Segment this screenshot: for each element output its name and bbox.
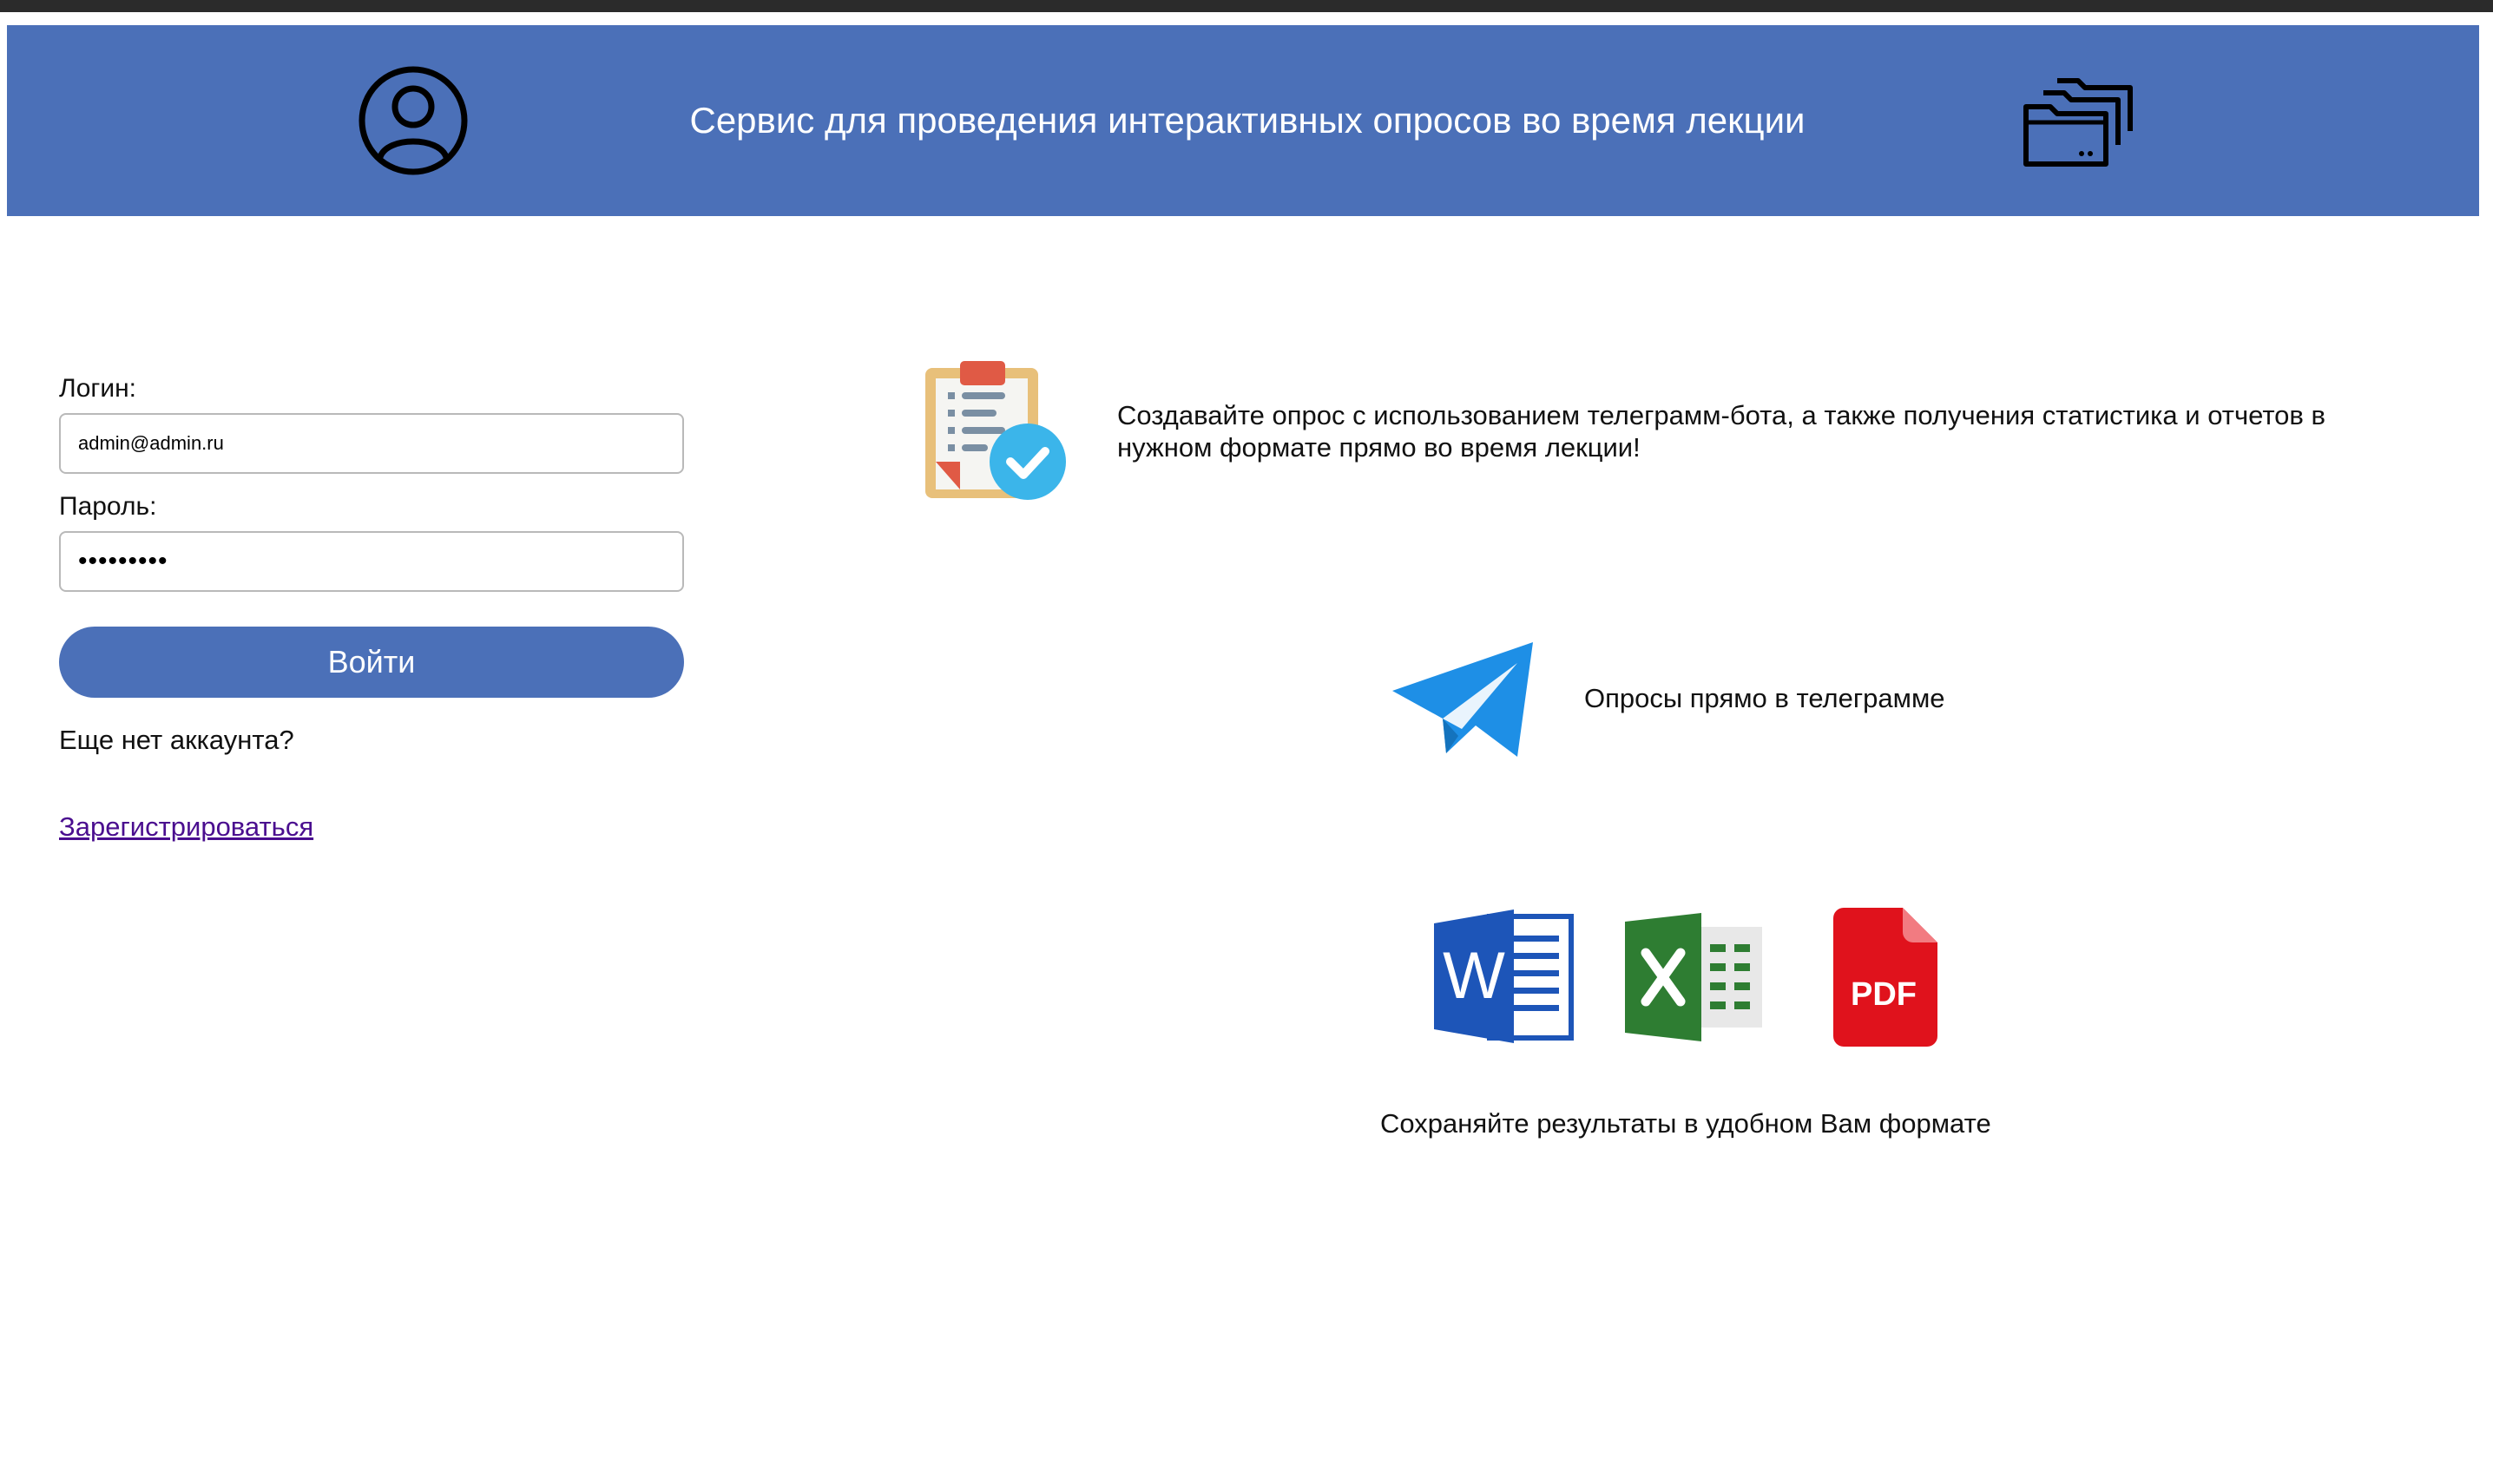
word-icon: W — [1434, 909, 1574, 1043]
excel-icon — [1625, 913, 1762, 1041]
svg-text:W: W — [1443, 939, 1505, 1013]
password-input[interactable]: ••••••••• — [59, 531, 684, 592]
export-feature-text: Сохраняйте результаты в удобном Вам форм… — [1380, 1108, 1991, 1139]
survey-feature-text: Создавайте опрос с использованием телегр… — [1117, 400, 2325, 463]
pdf-label: PDF — [1851, 976, 1917, 1013]
password-label: Пароль: — [59, 492, 157, 521]
login-label: Логин: — [59, 374, 136, 403]
pdf-icon: PDF — [1833, 908, 1937, 1047]
login-button[interactable]: Войти — [59, 627, 684, 698]
register-link[interactable]: Зарегистрироваться — [59, 811, 313, 844]
telegram-feature-text: Опросы прямо в телеграмме — [1584, 683, 1945, 713]
page-header: Сервис для проведения интерактивных опро… — [7, 25, 2479, 216]
login-input[interactable] — [59, 413, 684, 474]
window-top-bar — [0, 0, 2493, 12]
clipboard-check-icon — [925, 361, 1066, 500]
password-masked-value: ••••••••• — [78, 547, 168, 575]
telegram-plane-icon — [1392, 642, 1533, 757]
no-account-text: Еще нет аккаунта? — [59, 725, 294, 755]
folders-icon[interactable] — [2021, 74, 2135, 169]
